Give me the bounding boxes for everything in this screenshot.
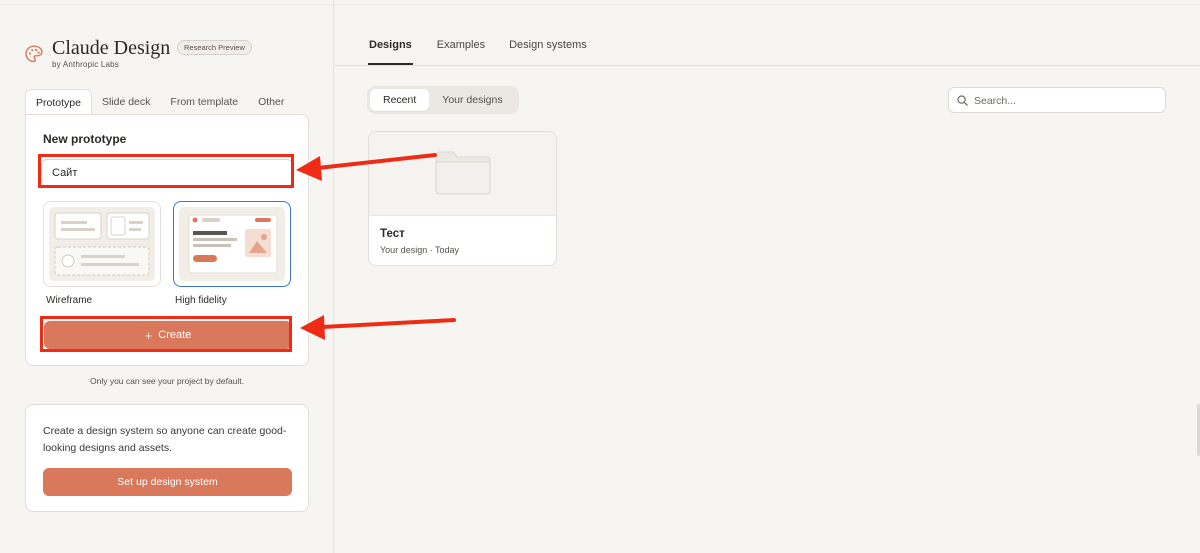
create-button-label: Create: [158, 329, 192, 341]
tab-design-systems[interactable]: Design systems: [509, 39, 587, 65]
filter-recent[interactable]: Recent: [370, 89, 430, 111]
search-input[interactable]: [974, 92, 1159, 109]
prototype-name-input[interactable]: [41, 159, 293, 187]
sidebar: Claude Design by Anthropic Labs Research…: [0, 0, 334, 553]
tab-slide-deck[interactable]: Slide deck: [92, 89, 160, 115]
main-panel: Designs Examples Design systems Recent Y…: [335, 0, 1200, 553]
folder-icon: [435, 151, 491, 195]
new-prototype-title: New prototype: [43, 132, 127, 146]
plus-icon: +: [144, 327, 153, 343]
high-fidelity-preview-icon: [179, 207, 285, 281]
design-filter-toggle: Recent Your designs: [367, 86, 519, 114]
setup-design-system-button[interactable]: Set up design system: [43, 468, 292, 496]
privacy-note: Only you can see your project by default…: [89, 376, 245, 386]
search-box: [948, 87, 1166, 113]
design-card[interactable]: Тест Your design · Today: [368, 131, 557, 266]
high-fidelity-option[interactable]: [173, 201, 291, 287]
brand: Claude Design by Anthropic Labs: [24, 38, 170, 69]
tab-examples[interactable]: Examples: [437, 39, 485, 65]
tab-from-template[interactable]: From template: [160, 89, 248, 115]
design-system-card: Create a design system so anyone can cre…: [25, 404, 309, 512]
palette-icon: [25, 45, 43, 63]
design-meta: Your design · Today: [380, 245, 460, 255]
tab-designs[interactable]: Designs: [368, 39, 413, 65]
wireframe-option[interactable]: [43, 201, 161, 287]
app-title: Claude Design: [52, 37, 171, 59]
new-prototype-card: New prototype Сайт Wireframe High fideli…: [25, 114, 309, 366]
search-icon: [957, 95, 968, 106]
project-type-tabs: Prototype Slide deck From template Other: [25, 89, 309, 115]
main-tabs: Designs Examples Design systems: [368, 39, 611, 66]
top-divider: [0, 4, 333, 5]
high-fidelity-label: High fidelity: [175, 295, 227, 306]
tabs-divider: [335, 65, 1200, 66]
design-thumbnail: [369, 132, 556, 216]
filter-your-designs[interactable]: Your designs: [429, 89, 515, 111]
design-system-text: Create a design system so anyone can cre…: [43, 425, 287, 454]
app-subtitle: by Anthropic Labs: [52, 60, 119, 69]
research-preview-badge: Research Preview: [177, 40, 252, 55]
tab-prototype[interactable]: Prototype: [25, 89, 92, 115]
wireframe-label: Wireframe: [46, 295, 93, 306]
wireframe-preview-icon: [49, 207, 155, 281]
create-button[interactable]: + Create: [44, 321, 292, 349]
tab-other[interactable]: Other: [248, 89, 294, 115]
design-title: Тест: [380, 228, 405, 240]
top-divider: [335, 4, 1200, 5]
